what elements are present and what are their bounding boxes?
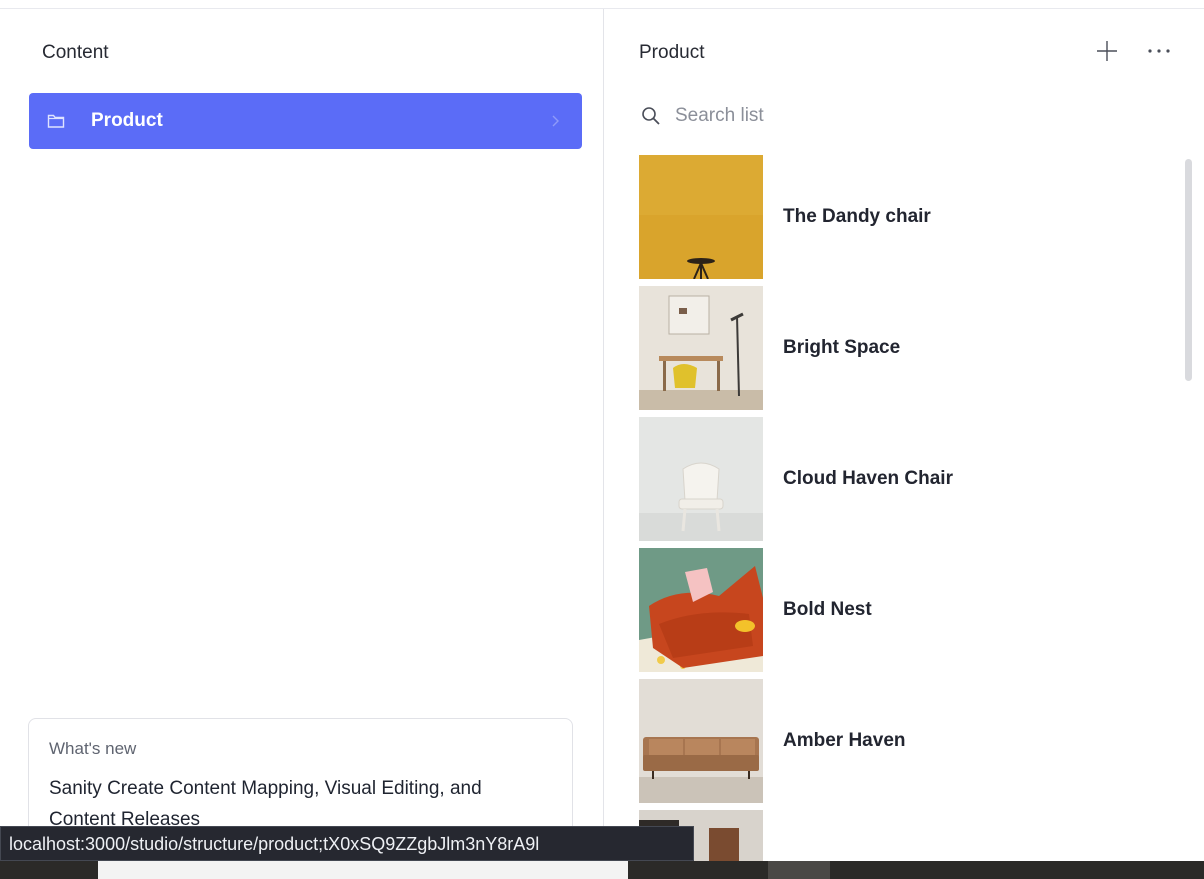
- search-input[interactable]: [675, 105, 1155, 127]
- product-thumbnail: [639, 286, 763, 410]
- more-options-icon[interactable]: [1144, 45, 1174, 57]
- list-item-amber-haven[interactable]: Amber Haven: [639, 679, 1169, 803]
- sidebar-item-label: Product: [91, 110, 163, 131]
- add-document-button[interactable]: [1094, 38, 1120, 64]
- list-item-dandy-chair[interactable]: The Dandy chair: [639, 155, 1169, 279]
- chevron-right-icon: [552, 115, 559, 127]
- list-item-title: The Dandy chair: [783, 206, 931, 227]
- list-item-cloud-haven-chair[interactable]: Cloud Haven Chair: [639, 417, 1169, 541]
- list-item-bright-space[interactable]: Bright Space: [639, 286, 1169, 410]
- link-status-tooltip: localhost:3000/studio/structure/product;…: [0, 826, 694, 861]
- folder-icon: [47, 114, 65, 128]
- sidebar-item-product[interactable]: Product: [29, 93, 582, 149]
- list-scrollbar[interactable]: [1185, 159, 1192, 381]
- list-item-title: Bold Nest: [783, 599, 872, 620]
- search-icon: [642, 107, 660, 125]
- taskbar-app-active[interactable]: [768, 861, 830, 879]
- list-item-title: Amber Haven: [783, 730, 906, 751]
- whats-new-kicker: What's new: [49, 739, 137, 758]
- taskbar-search[interactable]: [98, 861, 628, 879]
- product-thumbnail: [639, 417, 763, 541]
- os-taskbar: [0, 861, 1204, 879]
- product-thumbnail: [639, 155, 763, 279]
- content-pane-title: Content: [42, 42, 109, 63]
- list-item-title: Bright Space: [783, 337, 901, 358]
- product-list-pane: Product The Dandy chair: [604, 9, 1204, 861]
- list-item-title: Cloud Haven Chair: [783, 468, 953, 489]
- list-item-partial[interactable]: [639, 810, 1169, 861]
- product-pane-title: Product: [639, 42, 705, 63]
- search-list-field[interactable]: [634, 97, 1174, 135]
- product-thumbnail: [639, 679, 763, 803]
- product-thumbnail: [639, 548, 763, 672]
- list-item-bold-nest[interactable]: Bold Nest: [639, 548, 1169, 672]
